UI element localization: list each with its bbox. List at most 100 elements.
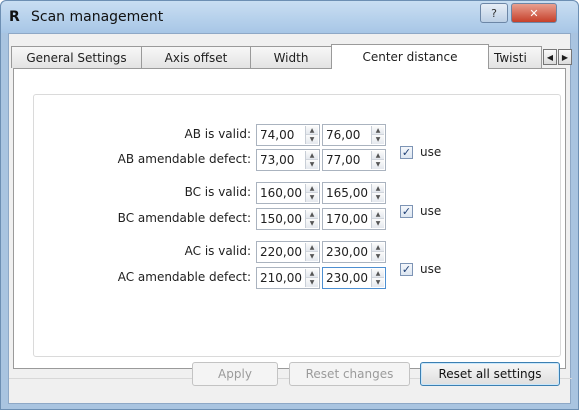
spin-buttons: ▲ ▼ <box>371 184 384 202</box>
bc-valid-min-spinbox[interactable]: 160,00 ▲ ▼ <box>256 182 320 204</box>
ac-defect-max-spinbox[interactable]: 230,00 ▲ ▼ <box>322 267 386 289</box>
spin-up-icon[interactable]: ▲ <box>306 184 318 193</box>
tab-scroll-left-button[interactable]: ◀ <box>543 49 557 65</box>
spin-up-icon[interactable]: ▲ <box>306 210 318 219</box>
spin-buttons: ▲ ▼ <box>371 210 384 228</box>
spin-up-icon[interactable]: ▲ <box>372 269 384 278</box>
ab-amendable-defect-label: AB amendable defect: <box>117 152 251 166</box>
spin-up-icon[interactable]: ▲ <box>372 243 384 252</box>
spin-value: 77,00 <box>326 153 361 167</box>
reset-all-settings-button[interactable]: Reset all settings <box>420 362 560 386</box>
tab-label: Axis offset <box>164 50 228 65</box>
spin-value: 230,00 <box>326 245 368 259</box>
bc-use-checkbox[interactable]: ✓ <box>400 205 413 218</box>
spin-buttons: ▲ ▼ <box>371 126 384 144</box>
bc-valid-max-spinbox[interactable]: 165,00 ▲ ▼ <box>322 182 386 204</box>
ac-defect-min-spinbox[interactable]: 210,00 ▲ ▼ <box>256 267 320 289</box>
spin-down-icon[interactable]: ▼ <box>306 193 318 202</box>
reset-changes-button[interactable]: Reset changes <box>289 362 410 386</box>
ac-valid-max-spinbox[interactable]: 230,00 ▲ ▼ <box>322 241 386 263</box>
tab-label: Twisti <box>494 50 527 65</box>
spin-value: 230,00 <box>326 271 368 285</box>
tab-general-settings[interactable]: General Settings <box>11 46 142 68</box>
app-logo-icon: R <box>9 9 20 25</box>
spin-down-icon[interactable]: ▼ <box>372 278 384 287</box>
bc-defect-min-spinbox[interactable]: 150,00 ▲ ▼ <box>256 208 320 230</box>
spin-up-icon[interactable]: ▲ <box>306 269 318 278</box>
spin-up-icon[interactable]: ▲ <box>306 126 318 135</box>
ab-valid-min-spinbox[interactable]: 74,00 ▲ ▼ <box>256 124 320 146</box>
check-mark-icon: ✓ <box>401 146 412 159</box>
spin-buttons: ▲ ▼ <box>371 269 384 287</box>
bc-defect-max-spinbox[interactable]: 170,00 ▲ ▼ <box>322 208 386 230</box>
tab-center-distance[interactable]: Center distance <box>331 44 489 69</box>
spin-up-icon[interactable]: ▲ <box>372 151 384 160</box>
spin-buttons: ▲ ▼ <box>305 210 318 228</box>
ac-amendable-defect-label: AC amendable defect: <box>117 270 251 284</box>
spin-value: 74,00 <box>260 128 295 142</box>
spin-buttons: ▲ ▼ <box>305 126 318 144</box>
spin-down-icon[interactable]: ▼ <box>372 193 384 202</box>
help-icon: ? <box>491 6 497 20</box>
check-mark-icon: ✓ <box>401 205 412 218</box>
spin-down-icon[interactable]: ▼ <box>306 160 318 169</box>
ab-use-label: use <box>420 145 442 159</box>
spin-up-icon[interactable]: ▲ <box>306 151 318 160</box>
spin-value: 73,00 <box>260 153 295 167</box>
spin-up-icon[interactable]: ▲ <box>372 126 384 135</box>
ab-defect-min-spinbox[interactable]: 73,00 ▲ ▼ <box>256 149 320 171</box>
button-label: Apply <box>218 367 252 381</box>
ab-valid-max-spinbox[interactable]: 76,00 ▲ ▼ <box>322 124 386 146</box>
spin-value: 220,00 <box>260 245 302 259</box>
spin-value: 170,00 <box>326 212 368 226</box>
spin-buttons: ▲ ▼ <box>371 243 384 261</box>
tab-label: General Settings <box>26 50 127 65</box>
spin-down-icon[interactable]: ▼ <box>306 219 318 228</box>
chevron-right-icon: ▶ <box>561 52 569 62</box>
center-distance-panel: AB is valid: 74,00 ▲ ▼ 76,00 ▲ ▼ AB amen… <box>13 68 566 369</box>
button-label: Reset changes <box>305 367 394 381</box>
tab-twisting[interactable]: Twisti <box>488 46 542 68</box>
ab-use-checkbox[interactable]: ✓ <box>400 146 413 159</box>
spin-up-icon[interactable]: ▲ <box>306 243 318 252</box>
ac-valid-label: AC is valid: <box>184 244 251 258</box>
ac-valid-min-spinbox[interactable]: 220,00 ▲ ▼ <box>256 241 320 263</box>
spin-buttons: ▲ ▼ <box>305 184 318 202</box>
tab-bar: General Settings Axis offset Width Cente… <box>9 44 572 69</box>
spin-down-icon[interactable]: ▼ <box>306 278 318 287</box>
spin-down-icon[interactable]: ▼ <box>372 219 384 228</box>
spin-value: 150,00 <box>260 212 302 226</box>
center-distance-group: AB is valid: 74,00 ▲ ▼ 76,00 ▲ ▼ AB amen… <box>33 94 561 357</box>
spin-value: 165,00 <box>326 186 368 200</box>
close-button[interactable]: ✕ <box>511 3 557 23</box>
spin-down-icon[interactable]: ▼ <box>306 135 318 144</box>
spin-buttons: ▲ ▼ <box>305 269 318 287</box>
spin-down-icon[interactable]: ▼ <box>372 135 384 144</box>
spin-up-icon[interactable]: ▲ <box>372 210 384 219</box>
check-mark-icon: ✓ <box>401 263 412 276</box>
dialog-client-area: General Settings Axis offset Width Cente… <box>8 33 572 404</box>
spin-buttons: ▲ ▼ <box>305 243 318 261</box>
window-title: Scan management <box>31 9 164 25</box>
apply-button[interactable]: Apply <box>192 362 278 386</box>
spin-down-icon[interactable]: ▼ <box>372 160 384 169</box>
chevron-left-icon: ◀ <box>546 52 554 62</box>
ab-valid-label: AB is valid: <box>184 127 251 141</box>
help-button[interactable]: ? <box>480 3 508 23</box>
tab-scroll-right-button[interactable]: ▶ <box>558 49 572 65</box>
title-bar[interactable]: R Scan management ? ✕ <box>1 1 578 33</box>
spin-up-icon[interactable]: ▲ <box>372 184 384 193</box>
ac-use-checkbox[interactable]: ✓ <box>400 263 413 276</box>
spin-down-icon[interactable]: ▼ <box>372 252 384 261</box>
bc-valid-label: BC is valid: <box>184 185 251 199</box>
scan-management-window: R Scan management ? ✕ General Settings A… <box>0 0 579 410</box>
tab-axis-offset[interactable]: Axis offset <box>141 46 251 68</box>
tab-width[interactable]: Width <box>250 46 332 68</box>
spin-value: 76,00 <box>326 128 361 142</box>
tab-label: Width <box>273 50 309 65</box>
button-label: Reset all settings <box>438 367 542 381</box>
spin-down-icon[interactable]: ▼ <box>306 252 318 261</box>
ab-defect-max-spinbox[interactable]: 77,00 ▲ ▼ <box>322 149 386 171</box>
ac-use-label: use <box>420 262 442 276</box>
bc-use-label: use <box>420 204 442 218</box>
